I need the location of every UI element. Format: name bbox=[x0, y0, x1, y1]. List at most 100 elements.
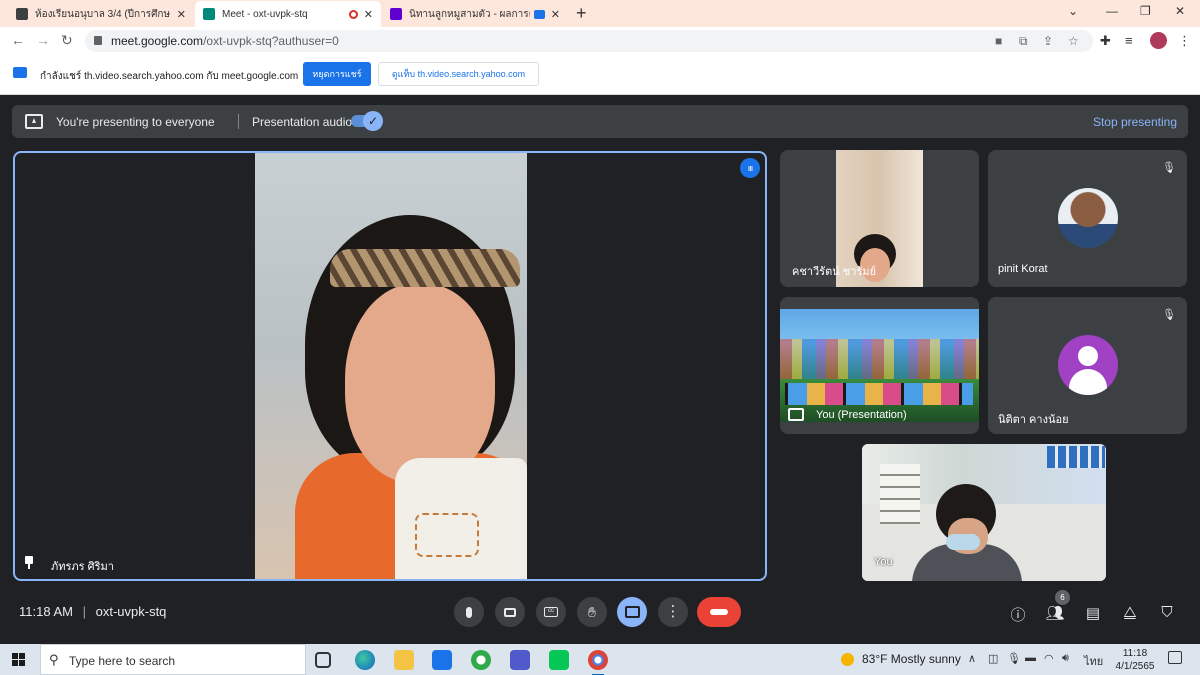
tab-classroom[interactable]: ห้องเรียนอนุบาล 3/4 (ปีการศึกษา64) - ✕ bbox=[8, 1, 194, 27]
minimize-icon[interactable]: — bbox=[1106, 4, 1118, 18]
self-view-tile[interactable]: You bbox=[862, 444, 1106, 581]
url-path: /oxt-uvpk-stq?authuser=0 bbox=[203, 34, 339, 48]
end-call-icon bbox=[710, 609, 728, 615]
chrome-green-icon[interactable] bbox=[471, 650, 491, 670]
yahoo-favicon-icon bbox=[390, 8, 402, 20]
microphone-button[interactable] bbox=[454, 597, 484, 627]
sharing-message: กำลังแชร์ th.video.search.yahoo.com กับ … bbox=[40, 71, 299, 82]
battery-icon[interactable]: ▬ bbox=[1025, 652, 1036, 664]
participant-name: คชาวีรัตน์ ชารัมย์ bbox=[792, 266, 877, 278]
maximize-icon[interactable]: ❐ bbox=[1140, 4, 1151, 18]
present-screen-icon bbox=[788, 408, 804, 421]
volume-icon[interactable]: 🔊︎ bbox=[1062, 652, 1069, 665]
camera-button[interactable] bbox=[495, 597, 525, 627]
participant-tile[interactable]: 🎙︎ pinit Korat bbox=[988, 150, 1187, 287]
speaking-indicator-icon: ııı bbox=[740, 158, 760, 178]
presentation-audio-label: Presentation audio bbox=[252, 115, 353, 129]
teams-icon[interactable] bbox=[510, 650, 530, 670]
close-tab-icon[interactable]: ✕ bbox=[364, 8, 373, 21]
divider: | bbox=[82, 604, 86, 619]
chat-icon[interactable]: ▤ bbox=[1083, 604, 1103, 622]
present-now-button[interactable] bbox=[617, 597, 647, 627]
main-speaker-tile[interactable]: ııı ภัทรภร ศิริมา bbox=[13, 151, 767, 581]
microphone-icon bbox=[466, 606, 472, 618]
hand-icon: ✋︎ bbox=[588, 603, 596, 620]
tab-meet[interactable]: Meet - oxt-uvpk-stq ✕ bbox=[195, 1, 381, 27]
stop-presenting-button[interactable]: Stop presenting bbox=[1093, 115, 1177, 129]
participant-tile[interactable]: คชาวีรัตน์ ชารัมย์ bbox=[780, 150, 979, 287]
address-bar: ← → ↻ meet.google.com/oxt-uvpk-stq?authu… bbox=[0, 27, 1200, 55]
media-control-icon[interactable]: ≡ bbox=[1125, 33, 1133, 48]
tab-sharing-infobar: กำลังแชร์ th.video.search.yahoo.com กับ … bbox=[0, 55, 1200, 95]
windows-start-icon[interactable] bbox=[12, 653, 25, 666]
recording-indicator-icon bbox=[348, 9, 358, 19]
share-page-icon[interactable]: ⇪ bbox=[1043, 34, 1053, 48]
divider bbox=[238, 114, 239, 129]
line-app-icon[interactable] bbox=[549, 650, 569, 670]
reload-icon[interactable]: ↻ bbox=[61, 32, 73, 49]
raise-hand-button[interactable]: ✋︎ bbox=[577, 597, 607, 627]
screen-share-icon bbox=[13, 67, 27, 78]
weather-sun-icon bbox=[841, 653, 854, 666]
captions-icon: cc bbox=[544, 607, 558, 617]
task-view-icon[interactable] bbox=[315, 652, 331, 668]
chrome-browser-icon[interactable] bbox=[588, 650, 608, 675]
back-icon[interactable]: ← bbox=[11, 32, 25, 48]
participant-name: pinit Korat bbox=[998, 263, 1048, 275]
more-vert-icon: ⋮ bbox=[665, 603, 681, 620]
microphone-tray-icon[interactable]: 🎙︎ bbox=[1007, 652, 1021, 665]
activities-icon[interactable]: ⧋ bbox=[1120, 604, 1140, 621]
presenting-status: You're presenting to everyone bbox=[56, 115, 215, 129]
translate-icon[interactable]: ⧉ bbox=[1019, 34, 1028, 49]
avatar bbox=[1058, 335, 1118, 395]
input-language[interactable]: ไทย bbox=[1084, 652, 1103, 670]
extensions-icon[interactable]: ✚ bbox=[1100, 33, 1111, 49]
show-hidden-icons-icon[interactable]: ∧ bbox=[968, 652, 976, 665]
device-icon[interactable]: ◫ bbox=[988, 652, 998, 665]
host-controls-icon[interactable]: ⛉ bbox=[1157, 604, 1177, 621]
camera-in-use-icon[interactable]: ■ bbox=[995, 34, 1002, 48]
close-tab-icon[interactable]: ✕ bbox=[177, 8, 186, 21]
tab-yahoo[interactable]: นิทานลูกหมูสามตัว - ผลการค้นหา ✕ bbox=[382, 1, 568, 27]
forward-icon[interactable]: → bbox=[36, 32, 50, 48]
file-explorer-icon[interactable] bbox=[394, 650, 414, 670]
classroom-favicon-icon bbox=[16, 8, 28, 20]
meeting-details-icon[interactable]: ⓘ bbox=[1008, 604, 1028, 625]
speaker-video bbox=[255, 153, 527, 579]
tab-search-icon[interactable]: ⌄ bbox=[1068, 4, 1078, 18]
participant-name: ภัทรภร ศิริมา bbox=[51, 561, 114, 573]
close-tab-icon[interactable]: ✕ bbox=[551, 8, 560, 21]
wifi-icon[interactable]: ◠ bbox=[1044, 652, 1054, 665]
meeting-info: 11:18 AM | oxt-uvpk-stq bbox=[19, 604, 166, 619]
url-input[interactable]: meet.google.com/oxt-uvpk-stq?authuser=0 … bbox=[85, 30, 1093, 52]
clock-date: 4/1/2565 bbox=[1115, 661, 1155, 672]
presentation-audio-toggle[interactable]: ✓ bbox=[351, 111, 383, 131]
notifications-icon[interactable] bbox=[1168, 651, 1182, 664]
url-host: meet.google.com bbox=[111, 34, 204, 48]
presentation-bar: You're presenting to everyone Presentati… bbox=[12, 105, 1188, 138]
new-tab-button[interactable]: + bbox=[576, 3, 587, 24]
weather-status[interactable]: 83°F Mostly sunny bbox=[862, 652, 961, 666]
browser-tab-bar: ห้องเรียนอนุบาล 3/4 (ปีการศึกษา64) - ✕ M… bbox=[0, 0, 1200, 27]
close-window-icon[interactable]: ✕ bbox=[1175, 4, 1185, 18]
switch-to-tab-button[interactable]: ดูแท็บ th.video.search.yahoo.com bbox=[378, 62, 539, 86]
stop-sharing-button[interactable]: หยุดการแชร์ bbox=[303, 62, 371, 86]
taskbar-search-input[interactable]: ⚲ Type here to search bbox=[40, 644, 306, 675]
participant-tile[interactable]: 🎙︎ นิติตา คางน้อย bbox=[988, 297, 1187, 434]
mail-icon[interactable] bbox=[432, 650, 452, 670]
system-clock[interactable]: 11:18 4/1/2565 bbox=[1112, 647, 1158, 673]
pin-icon[interactable] bbox=[25, 556, 33, 569]
bookmark-star-icon[interactable]: ☆ bbox=[1068, 34, 1079, 48]
mic-off-icon: 🎙︎ bbox=[1162, 308, 1176, 321]
self-name: You bbox=[874, 556, 893, 568]
more-options-button[interactable]: ⋮ bbox=[658, 597, 688, 627]
leave-call-button[interactable] bbox=[697, 597, 741, 627]
profile-avatar[interactable] bbox=[1150, 32, 1167, 49]
people-icon[interactable]: 👥︎ bbox=[1045, 604, 1065, 622]
edge-browser-icon[interactable] bbox=[355, 650, 375, 670]
windows-taskbar: ⚲ Type here to search 83°F Mostly sunny … bbox=[0, 644, 1200, 675]
presentation-tile[interactable]: You (Presentation) bbox=[780, 297, 979, 434]
browser-menu-icon[interactable]: ⋮ bbox=[1178, 33, 1191, 49]
captions-button[interactable]: cc bbox=[536, 597, 566, 627]
check-icon: ✓ bbox=[363, 111, 383, 131]
